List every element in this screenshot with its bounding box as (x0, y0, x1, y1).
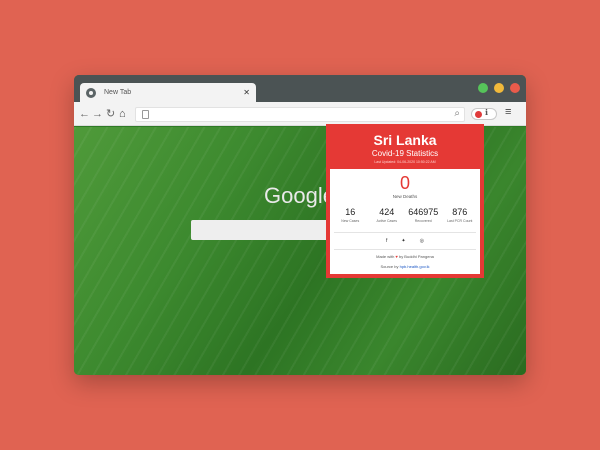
stat-value: 16 (345, 207, 356, 217)
stat-recovered: 646975 Recovered (405, 207, 441, 224)
source-prefix: Source by (380, 264, 399, 269)
tab-new-tab[interactable]: New Tab ✕ (80, 83, 256, 102)
stat-label: New Cases (341, 219, 360, 223)
divider (334, 232, 476, 233)
stat-new-cases: 16 New Cases (332, 207, 368, 224)
page-icon (142, 110, 149, 119)
minimize-button[interactable] (494, 83, 504, 93)
stat-label: Active Cases (376, 219, 397, 223)
last-updated: Last Updated: 04-06-2020 10:50:22 AM (374, 160, 436, 164)
popup-subtitle: Covid-19 Statistics (371, 149, 439, 158)
source-link[interactable]: hpb.health.gov.lk (400, 264, 430, 269)
stat-label: Last PCR Count (447, 219, 473, 223)
new-deaths-value: 0 (399, 173, 410, 193)
chrome-icon (86, 87, 96, 98)
maximize-button[interactable] (478, 83, 488, 93)
menu-icon[interactable]: ≡ (505, 106, 511, 118)
credit-prefix: Made with (376, 254, 395, 259)
popup-header: Sri Lanka Covid-19 Statistics Last Updat… (326, 124, 484, 169)
popup-body: 0 New Deaths 16 New Cases 424 Active Cas… (330, 169, 480, 274)
heart-icon: ♥ (395, 254, 398, 259)
github-icon[interactable]: ◎ (420, 238, 424, 244)
tab-close-icon[interactable]: ✕ (243, 88, 250, 97)
credit-author: by Buddhi Pangena (398, 254, 434, 259)
search-icon[interactable]: ⌕ (454, 108, 460, 119)
facebook-icon[interactable]: f (386, 238, 387, 244)
toolbar: ← → ↻ ⌂ ⌕ ℹ ≡ (74, 102, 526, 126)
divider (334, 249, 476, 250)
tab-title: New Tab (104, 89, 132, 96)
forward-icon[interactable]: → (92, 107, 103, 121)
google-logo: Google (264, 183, 335, 208)
stat-value: 646975 (408, 207, 439, 217)
credit-line: Made with ♥ by Buddhi Pangena (330, 254, 480, 260)
reload-icon[interactable]: ↻ (106, 107, 115, 121)
popup-title: Sri Lanka (373, 132, 437, 148)
stats-row: 16 New Cases 424 Active Cases 646975 Rec… (330, 207, 480, 224)
home-icon[interactable]: ⌂ (119, 107, 126, 121)
close-window-button[interactable] (510, 83, 520, 93)
stat-active-cases: 424 Active Cases (369, 207, 405, 224)
stat-value: 424 (379, 207, 395, 217)
stat-value: 876 (452, 207, 468, 217)
covid-extension-icon[interactable] (475, 111, 482, 118)
title-bar: New Tab ✕ (74, 75, 526, 102)
back-icon[interactable]: ← (79, 107, 90, 121)
covid-stats-popup: Sri Lanka Covid-19 Statistics Last Updat… (326, 124, 484, 278)
twitter-icon[interactable]: ✦ (401, 238, 405, 244)
address-bar[interactable]: ⌕ (135, 107, 465, 122)
extension-icon[interactable]: ℹ (485, 108, 488, 117)
social-links: f ✦ ◎ (330, 238, 480, 244)
stat-pcr-count: 876 Last PCR Count (442, 207, 478, 224)
extensions-area[interactable]: ℹ (471, 108, 497, 120)
source-line: Source by hpb.health.gov.lk (330, 264, 480, 270)
stat-label: Recovered (414, 219, 432, 223)
new-deaths-label: New Deaths (392, 194, 418, 199)
